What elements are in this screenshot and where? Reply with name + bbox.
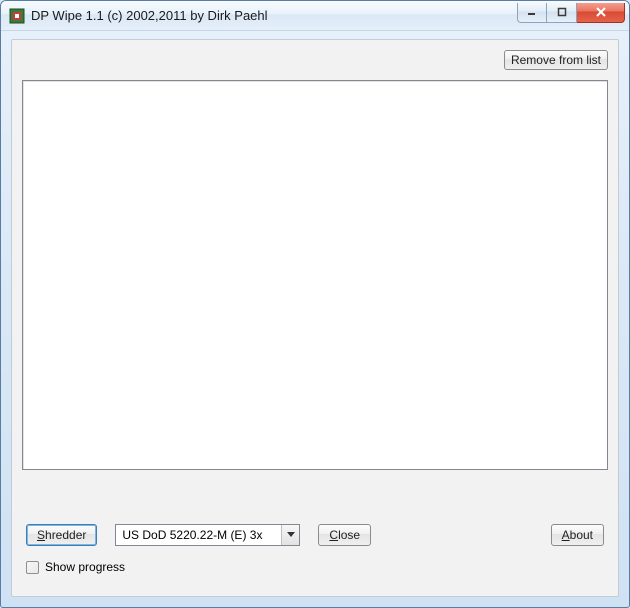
client-area: Remove from list Shredder US DoD 5220.22… — [11, 39, 619, 597]
app-icon — [9, 8, 25, 24]
maximize-button[interactable] — [547, 3, 577, 23]
titlebar[interactable]: DP Wipe 1.1 (c) 2002,2011 by Dirk Paehl — [1, 1, 629, 31]
remove-from-list-button[interactable]: Remove from list — [504, 50, 608, 70]
show-progress-label: Show progress — [45, 560, 125, 574]
window-title: DP Wipe 1.1 (c) 2002,2011 by Dirk Paehl — [31, 8, 517, 23]
app-window: DP Wipe 1.1 (c) 2002,2011 by Dirk Paehl … — [0, 0, 630, 608]
top-toolbar: Remove from list — [504, 50, 608, 70]
method-selected-text: US DoD 5220.22-M (E) 3x — [116, 528, 281, 542]
method-combobox[interactable]: US DoD 5220.22-M (E) 3x — [115, 524, 300, 546]
about-button[interactable]: About — [551, 524, 604, 546]
file-list[interactable] — [22, 80, 608, 470]
close-button[interactable]: Close — [318, 524, 371, 546]
chevron-down-icon — [281, 525, 299, 545]
bottom-toolbar: Shredder US DoD 5220.22-M (E) 3x Close A… — [26, 524, 604, 546]
close-window-button[interactable] — [577, 3, 625, 23]
shredder-button[interactable]: Shredder — [26, 524, 97, 546]
show-progress-checkbox[interactable] — [26, 561, 39, 574]
show-progress-row: Show progress — [26, 560, 125, 574]
window-controls — [517, 3, 625, 23]
minimize-button[interactable] — [517, 3, 547, 23]
